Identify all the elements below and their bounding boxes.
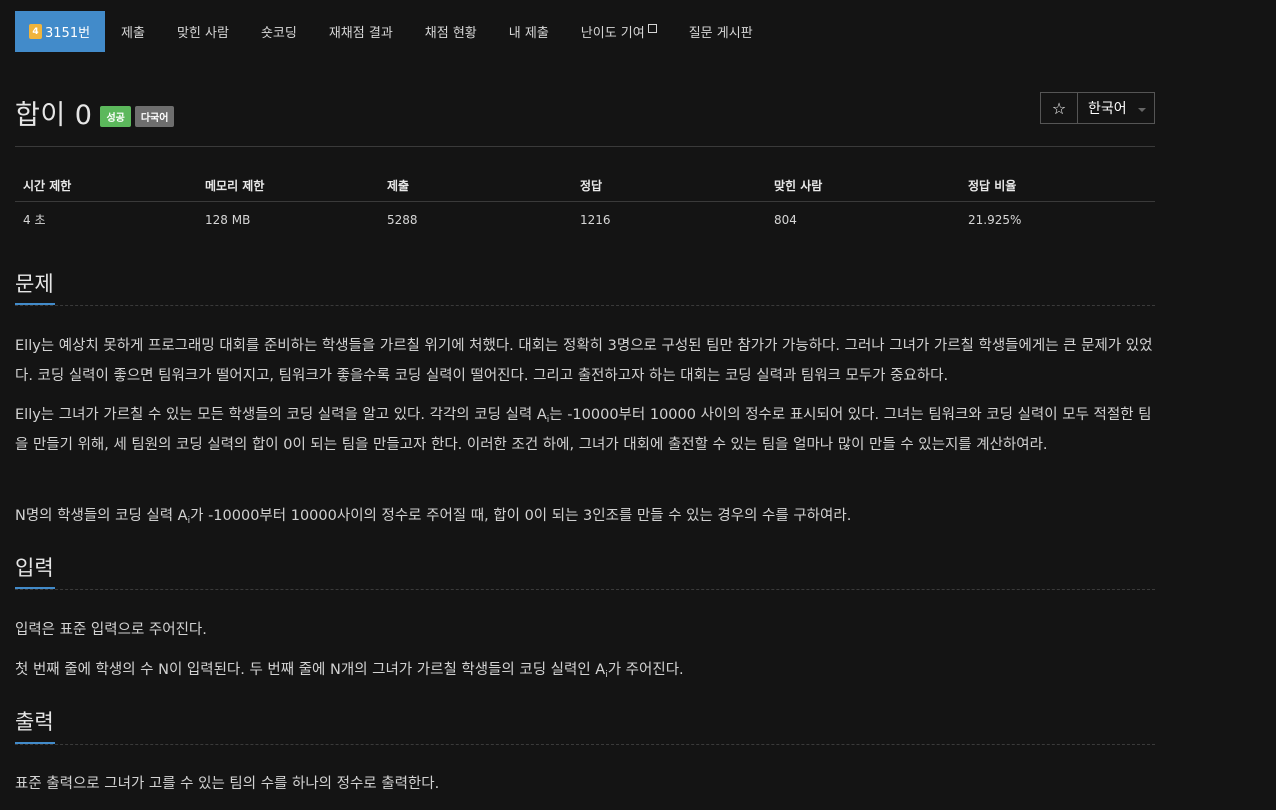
header-accept-ratio: 정답 비율	[968, 178, 1017, 193]
nav-solved-users[interactable]: 맞힌 사람	[161, 11, 245, 52]
value-memory-limit: 128 MB	[205, 212, 251, 227]
problem-menu: 4 3151번 제출 맞힌 사람 숏코딩 재채점 결과 채점 현황 내 제출 난…	[15, 11, 769, 52]
nav-my-submissions[interactable]: 내 제출	[493, 11, 565, 52]
nav-status[interactable]: 채점 현황	[409, 11, 493, 52]
success-badge: 성공	[100, 106, 131, 127]
nav-short-coding[interactable]: 숏코딩	[245, 11, 313, 52]
value-time-limit: 4 초	[23, 213, 46, 227]
star-icon: ☆	[1051, 98, 1067, 118]
title-buttons: ☆ 한국어	[1040, 92, 1155, 124]
header-solved-users: 맞힌 사람	[774, 178, 823, 193]
nav-difficulty-label: 난이도 기여	[580, 26, 645, 41]
problem-paragraph-1: Elly는 예상치 못하게 프로그래밍 대회를 준비하는 학생들을 가르칠 위기…	[15, 338, 1153, 384]
input-paragraph-2: 첫 번째 줄에 학생의 수 N이 입력된다. 두 번째 줄에 N개의 그녀가 가…	[15, 662, 684, 680]
problem-section-title: 문제	[15, 272, 54, 296]
language-label: 한국어	[1088, 101, 1127, 117]
value-accepted: 1216	[580, 212, 611, 227]
page-title: 합이 0	[15, 100, 93, 131]
output-paragraph-1: 표준 출력으로 그녀가 고를 수 있는 팀의 수를 하나의 정수로 출력한다.	[15, 776, 440, 792]
title-row: 합이 0 성공 다국어	[15, 93, 175, 132]
header-time-limit: 시간 제한	[23, 178, 72, 193]
title-divider	[15, 146, 1155, 147]
output-section-divider	[15, 744, 1155, 745]
nav-submit[interactable]: 제출	[105, 11, 161, 52]
nav-problem-number[interactable]: 4 3151번	[15, 11, 106, 52]
nav-difficulty-contribution[interactable]: 난이도 기여	[565, 11, 673, 52]
external-link-icon	[647, 24, 657, 33]
problem-page: 4 3151번 제출 맞힌 사람 숏코딩 재채점 결과 채점 현황 내 제출 난…	[0, 0, 1276, 810]
nav-rejudge-results[interactable]: 재채점 결과	[313, 11, 409, 52]
table-row: 4 초 128 MB 5288 1216 804 21.925%	[15, 202, 1155, 237]
problem-paragraph-2: Elly는 그녀가 가르칠 수 있는 모든 학생들의 코딩 실력을 알고 있다.…	[15, 407, 1152, 453]
tier-badge-icon: 4	[29, 24, 42, 39]
value-submissions: 5288	[387, 212, 418, 227]
header-accepted: 정답	[580, 178, 603, 193]
favorite-button[interactable]: ☆	[1040, 92, 1078, 124]
problem-paragraph-3: N명의 학생들의 코딩 실력 Ai가 -10000부터 10000사이의 정수로…	[15, 508, 852, 526]
header-submissions: 제출	[387, 178, 410, 193]
problem-info-table: 시간 제한 메모리 제한 제출 정답 맞힌 사람 정답 비율 4 초 128 M…	[15, 169, 1155, 237]
problem-section-divider	[15, 305, 1155, 306]
nav-board[interactable]: 질문 게시판	[673, 11, 769, 52]
value-accept-ratio: 21.925%	[968, 212, 1022, 227]
output-section-title: 출력	[15, 710, 54, 734]
value-solved-users: 804	[774, 212, 797, 227]
caret-down-icon	[1138, 108, 1146, 112]
input-paragraph-1: 입력은 표준 입력으로 주어진다.	[15, 622, 207, 638]
language-select[interactable]: 한국어	[1078, 92, 1155, 124]
problem-number: 3151번	[45, 26, 91, 41]
multilang-badge: 다국어	[134, 106, 175, 127]
input-section-divider	[15, 589, 1155, 590]
input-section-title: 입력	[15, 556, 54, 580]
table-header-row: 시간 제한 메모리 제한 제출 정답 맞힌 사람 정답 비율	[15, 169, 1155, 202]
header-memory-limit: 메모리 제한	[205, 178, 265, 193]
